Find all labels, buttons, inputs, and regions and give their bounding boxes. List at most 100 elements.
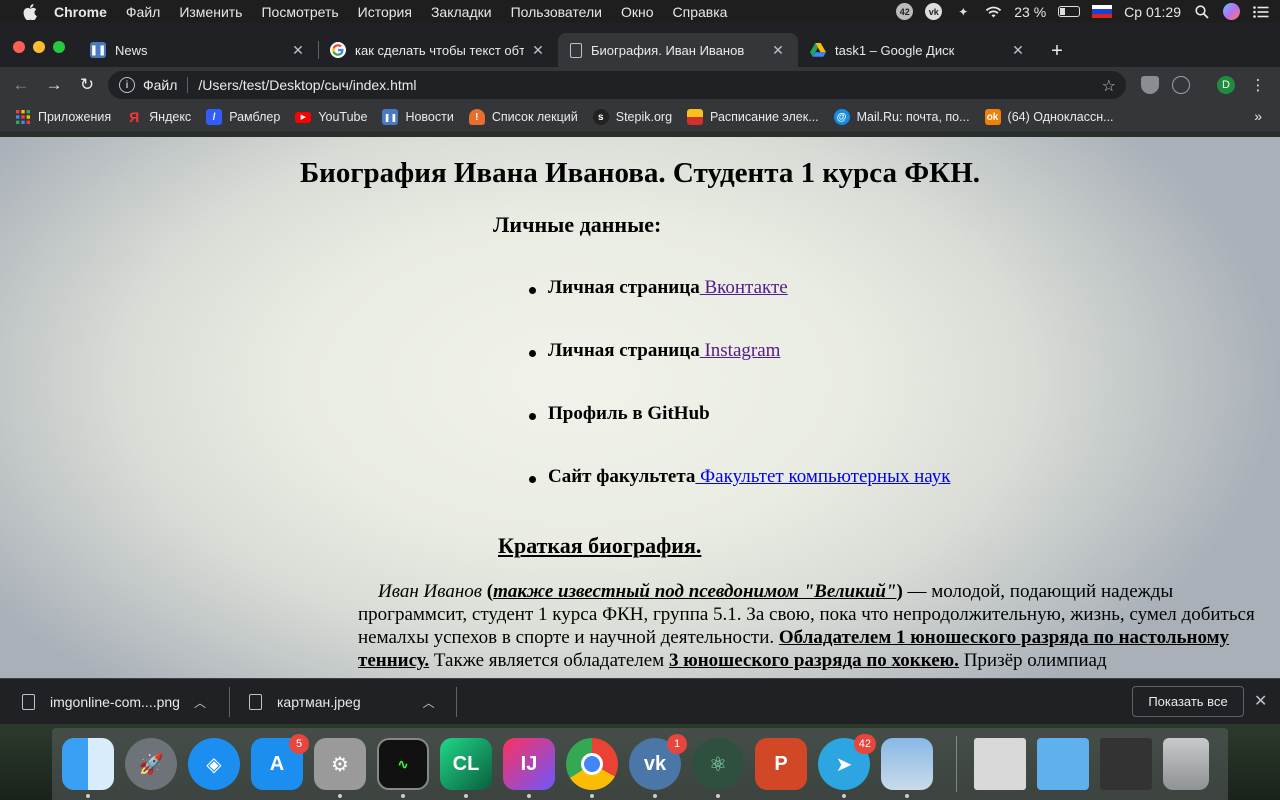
battery-percent: 23 %	[1014, 3, 1047, 20]
trash-icon[interactable]	[1163, 738, 1209, 790]
wifi-icon[interactable]	[984, 4, 1002, 20]
clion-icon[interactable]: CL	[440, 738, 492, 790]
menu-bookmarks[interactable]: Закладки	[431, 4, 492, 20]
notification-center-icon[interactable]	[1252, 4, 1270, 20]
bookmark-youtube[interactable]: ▶ YouTube	[295, 110, 367, 124]
menubar-clock[interactable]: Ср 01:29	[1124, 4, 1181, 20]
reload-button[interactable]: ↻	[75, 73, 99, 97]
apple-menu-icon[interactable]	[20, 2, 40, 22]
download-item-1[interactable]: imgonline-com....png ︿	[22, 679, 206, 725]
faculty-link[interactable]: Факультет компьютерных наук	[695, 466, 950, 487]
bookmark-lectures[interactable]: ! Список лекций	[468, 109, 578, 125]
activity-monitor-icon[interactable]: ∿	[377, 738, 429, 790]
vk-app-icon[interactable]: vk 1	[629, 734, 687, 790]
recent-items-stack-icon[interactable]	[1100, 738, 1152, 790]
menu-people[interactable]: Пользователи	[511, 4, 602, 20]
tab-title: как сделать чтобы текст обте	[355, 42, 524, 58]
menu-app-name[interactable]: Chrome	[54, 4, 107, 20]
bookmark-news[interactable]: ❚❚ Новости	[382, 109, 454, 125]
show-all-downloads-button[interactable]: Показать все	[1132, 686, 1244, 717]
menu-help[interactable]: Справка	[673, 4, 728, 20]
spotlight-search-icon[interactable]	[1193, 4, 1211, 20]
siri-icon[interactable]	[1223, 3, 1240, 20]
back-button[interactable]: ←	[9, 73, 33, 97]
menu-view[interactable]: Посмотреть	[261, 4, 338, 20]
close-icon[interactable]: ✕	[1010, 42, 1026, 58]
chevron-up-icon[interactable]: ︿	[423, 694, 435, 711]
finder-icon[interactable]	[62, 738, 114, 790]
bookmark-odnoklassniki[interactable]: ok (64) Одноклассн...	[984, 109, 1114, 125]
close-icon[interactable]: ✕	[290, 42, 306, 58]
app-store-badge: 5	[289, 734, 309, 754]
battery-icon[interactable]	[1058, 6, 1081, 17]
preview-icon[interactable]	[881, 738, 933, 790]
safari-icon[interactable]: ◈	[188, 738, 240, 790]
lectures-icon: !	[468, 109, 485, 125]
zoom-window-button[interactable]	[53, 41, 65, 53]
bio-paragraph: Иван Иванов (также известный под псевдон…	[358, 580, 1270, 672]
vk-status-icon[interactable]: vk	[925, 3, 943, 20]
forward-button[interactable]: →	[42, 73, 66, 97]
russian-flag-icon[interactable]	[1092, 5, 1113, 18]
telegram-icon[interactable]: ➤ 42	[818, 734, 876, 790]
new-tab-button[interactable]: +	[1046, 40, 1068, 62]
list-item-github: Профиль в GitHub	[528, 403, 950, 466]
file-icon	[22, 694, 35, 710]
menu-window[interactable]: Окно	[621, 4, 654, 20]
bookmark-label: Рамблер	[229, 110, 281, 124]
powerpoint-icon[interactable]: P	[755, 738, 807, 790]
close-window-button[interactable]	[13, 41, 25, 53]
close-icon[interactable]: ✕	[770, 42, 786, 58]
bookmark-label: Яндекс	[149, 110, 192, 124]
launchpad-icon[interactable]: 🚀	[125, 738, 177, 790]
news-icon: ❚❚	[382, 109, 399, 125]
chevron-up-icon[interactable]: ︿	[194, 694, 206, 711]
odnoklassniki-status-icon[interactable]: ✦	[954, 4, 972, 20]
tab-news[interactable]: ❚❚ News ✕	[78, 33, 318, 67]
menu-file[interactable]: Файл	[126, 4, 160, 20]
atom-icon[interactable]: ⚛	[692, 738, 744, 790]
bookmark-mailru[interactable]: @ Mail.Ru: почта, по...	[833, 109, 970, 125]
page-viewport: Биография Ивана Иванова. Студента 1 курс…	[0, 137, 1280, 678]
tab-title: Биография. Иван Иванов	[591, 42, 745, 58]
chrome-menu-icon[interactable]: ⋮	[1246, 73, 1270, 97]
bookmarks-overflow-chevron-icon[interactable]: »	[1254, 108, 1262, 124]
tab-google-search[interactable]: как сделать чтобы текст обте ✕	[318, 33, 558, 67]
downloads-folder-icon[interactable]	[1037, 738, 1089, 790]
odnoklassniki-icon: ok	[984, 109, 1001, 125]
address-bar[interactable]: i Файл /Users/test/Desktop/сыч/index.htm…	[108, 71, 1126, 99]
globe-extension-icon[interactable]	[1172, 76, 1190, 94]
document-icon	[570, 42, 582, 58]
instagram-link[interactable]: Instagram	[700, 340, 780, 361]
bookmark-schedule[interactable]: Расписание элек...	[687, 109, 819, 125]
tab-biography-active[interactable]: Биография. Иван Иванов ✕	[558, 33, 798, 67]
profile-avatar[interactable]: D	[1217, 76, 1235, 94]
close-icon[interactable]: ✕	[1254, 691, 1267, 711]
intellij-idea-icon[interactable]: IJ	[503, 738, 555, 790]
vk-link[interactable]: Вконтакте	[700, 277, 787, 298]
app-store-icon[interactable]: A5	[251, 734, 309, 790]
bookmark-yandex[interactable]: Я Яндекс	[126, 109, 191, 125]
macos-dock: 🚀 ◈ A5 ⚙ ∿ CL IJ vk 1 ⚛ P ➤ 42	[52, 728, 1228, 800]
minimize-window-button[interactable]	[33, 41, 45, 53]
bookmark-rambler[interactable]: / Рамблер	[206, 109, 280, 125]
shield-extension-icon[interactable]	[1141, 76, 1159, 94]
close-icon[interactable]: ✕	[530, 42, 546, 58]
url-text[interactable]: /Users/test/Desktop/сыч/index.html	[198, 77, 416, 93]
screenshot-stack-icon[interactable]	[974, 738, 1026, 790]
chrome-icon[interactable]	[566, 738, 618, 790]
bookmark-stepik[interactable]: s Stepik.org	[592, 109, 672, 125]
chrome-toolbar: ← → ↻ i Файл /Users/test/Desktop/сыч/ind…	[0, 67, 1280, 103]
system-preferences-icon[interactable]: ⚙	[314, 738, 366, 790]
bookmark-label: (64) Одноклассн...	[1007, 110, 1114, 124]
bookmark-star-icon[interactable]: ☆	[1102, 76, 1116, 96]
site-info-icon[interactable]: i	[119, 77, 135, 93]
menu-history[interactable]: История	[358, 4, 412, 20]
window-controls	[13, 41, 65, 53]
menu-edit[interactable]: Изменить	[179, 4, 242, 20]
apps-grid-icon	[15, 109, 31, 125]
tab-google-drive[interactable]: task1 – Google Диск ✕	[798, 33, 1038, 67]
bookmark-apps[interactable]: Приложения	[15, 109, 111, 125]
download-item-2[interactable]: картман.jpeg ︿	[249, 679, 435, 725]
cleaner-status-icon[interactable]: 42	[896, 3, 914, 20]
